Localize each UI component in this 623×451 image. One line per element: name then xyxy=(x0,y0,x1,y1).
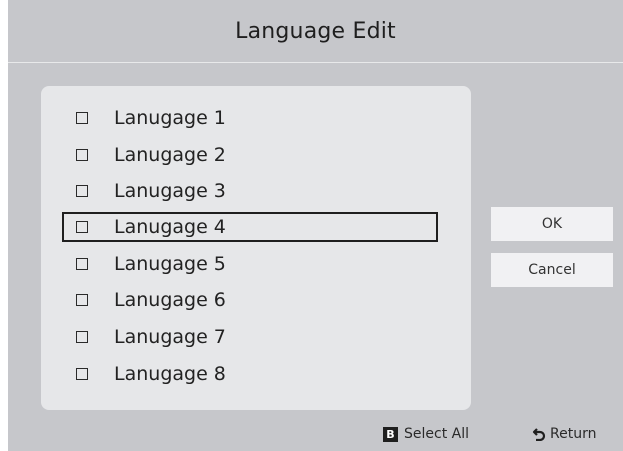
list-item-label: Lanugage 2 xyxy=(114,144,226,166)
list-item-language-8[interactable]: Lanugage 8 xyxy=(62,359,438,389)
list-item-label: Lanugage 3 xyxy=(114,180,226,202)
checkbox-icon[interactable] xyxy=(76,294,88,306)
return-hint[interactable]: Return xyxy=(532,424,596,444)
checkbox-icon[interactable] xyxy=(76,368,88,380)
list-item-language-1[interactable]: Lanugage 1 xyxy=(62,103,438,133)
list-item-label: Lanugage 4 xyxy=(114,216,226,238)
language-edit-dialog: Language Edit Lanugage 1 Lanugage 2 Lanu… xyxy=(8,0,623,451)
select-all-label: Select All xyxy=(404,426,469,442)
list-item-label: Lanugage 7 xyxy=(114,326,226,348)
list-item-language-3[interactable]: Lanugage 3 xyxy=(62,176,438,206)
select-all-hint[interactable]: B Select All xyxy=(383,424,469,444)
checkbox-icon[interactable] xyxy=(76,221,88,233)
dialog-header: Language Edit xyxy=(8,0,623,63)
list-item-language-4[interactable]: Lanugage 4 xyxy=(62,212,438,242)
list-item-language-2[interactable]: Lanugage 2 xyxy=(62,140,438,170)
cancel-button[interactable]: Cancel xyxy=(491,253,613,287)
checkbox-icon[interactable] xyxy=(76,185,88,197)
return-arrow-icon xyxy=(532,427,546,441)
language-list: Lanugage 1 Lanugage 2 Lanugage 3 Lanugag… xyxy=(41,86,471,410)
list-item-label: Lanugage 6 xyxy=(114,289,226,311)
return-label: Return xyxy=(550,426,597,442)
list-item-label: Lanugage 8 xyxy=(114,363,226,385)
list-item-language-7[interactable]: Lanugage 7 xyxy=(62,322,438,352)
b-key-icon: B xyxy=(383,426,398,442)
checkbox-icon[interactable] xyxy=(76,149,88,161)
list-item-language-6[interactable]: Lanugage 6 xyxy=(62,285,438,315)
checkbox-icon[interactable] xyxy=(76,331,88,343)
checkbox-icon[interactable] xyxy=(76,258,88,270)
ok-button[interactable]: OK xyxy=(491,207,613,241)
checkbox-icon[interactable] xyxy=(76,112,88,124)
dialog-title: Language Edit xyxy=(235,18,396,44)
list-item-language-5[interactable]: Lanugage 5 xyxy=(62,249,438,279)
list-item-label: Lanugage 5 xyxy=(114,253,226,275)
list-item-label: Lanugage 1 xyxy=(114,107,226,129)
